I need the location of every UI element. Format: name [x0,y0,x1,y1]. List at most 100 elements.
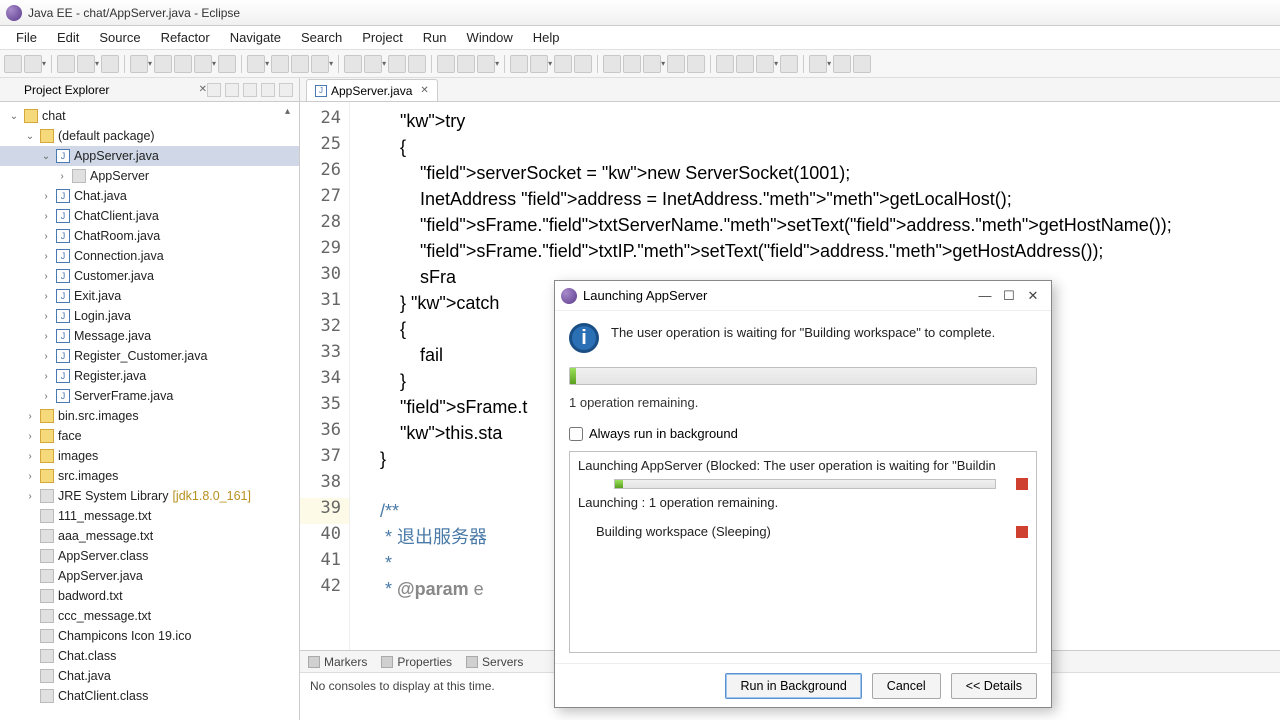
tree-item[interactable]: ›Chat.java [0,186,299,206]
toolbar-button[interactable] [437,55,455,73]
toolbar-button[interactable] [603,55,621,73]
tree-item[interactable]: AppServer.class [0,546,299,566]
tree-item[interactable]: ›Customer.java [0,266,299,286]
minimize-icon[interactable]: — [973,286,997,306]
close-icon[interactable]: ✕ [199,84,207,95]
tree-item[interactable]: ›Connection.java [0,246,299,266]
close-icon[interactable]: ✕ [1021,286,1045,306]
menu-source[interactable]: Source [89,28,150,47]
toolbar-button[interactable] [101,55,119,73]
toolbar-button[interactable] [809,55,827,73]
view-menu-icon[interactable] [243,83,257,97]
line-gutter: 24252627282930313233343536373839404142 [300,102,350,650]
tree-item[interactable]: Champicons Icon 19.ico [0,626,299,646]
toolbar-button[interactable] [344,55,362,73]
toolbar-button[interactable] [477,55,495,73]
tree-item[interactable]: ›src.images [0,466,299,486]
toolbar-button[interactable] [291,55,309,73]
toolbar-button[interactable] [780,55,798,73]
toolbar-button[interactable] [756,55,774,73]
menu-refactor[interactable]: Refactor [151,28,220,47]
toolbar-button[interactable] [194,55,212,73]
menu-file[interactable]: File [6,28,47,47]
tree-item[interactable]: ›ChatRoom.java [0,226,299,246]
stop-icon[interactable] [1016,526,1028,538]
cancel-button[interactable]: Cancel [872,673,941,699]
tab-markers[interactable]: Markers [308,655,367,669]
toolbar-button[interactable] [574,55,592,73]
details-button[interactable]: << Details [951,673,1037,699]
toolbar-button[interactable] [388,55,406,73]
tab-servers[interactable]: Servers [466,655,523,669]
tree-item[interactable]: ›bin.src.images [0,406,299,426]
tab-appserver[interactable]: J AppServer.java ✕ [306,79,438,101]
tree-item[interactable]: ›Register_Customer.java [0,346,299,366]
scroll-up-icon[interactable]: ▴ [285,106,297,118]
tree-item[interactable]: ›Register.java [0,366,299,386]
link-editor-icon[interactable] [225,83,239,97]
toolbar-button[interactable] [174,55,192,73]
tree-item[interactable]: AppServer.java [0,566,299,586]
tree-item[interactable]: ›Exit.java [0,286,299,306]
toolbar-button[interactable] [364,55,382,73]
toolbar-button[interactable] [408,55,426,73]
tree-item[interactable]: aaa_message.txt [0,526,299,546]
menu-window[interactable]: Window [457,28,523,47]
menu-run[interactable]: Run [413,28,457,47]
toolbar-button[interactable] [218,55,236,73]
tree-item[interactable]: ›JRE System Library[jdk1.8.0_161] [0,486,299,506]
toolbar-button[interactable] [457,55,475,73]
menu-project[interactable]: Project [352,28,412,47]
maximize-icon[interactable]: ☐ [997,286,1021,306]
stop-icon[interactable] [1016,478,1028,490]
minimize-icon[interactable] [261,83,275,97]
tree-item[interactable]: ccc_message.txt [0,606,299,626]
tab-properties[interactable]: Properties [381,655,452,669]
menu-edit[interactable]: Edit [47,28,89,47]
collapse-all-icon[interactable] [207,83,221,97]
menu-navigate[interactable]: Navigate [220,28,291,47]
toolbar-button[interactable] [554,55,572,73]
toolbar-button[interactable] [736,55,754,73]
toolbar-button[interactable] [77,55,95,73]
tree-item[interactable]: ›ChatClient.java [0,206,299,226]
tree-item[interactable]: Chat.class [0,646,299,666]
toolbar-button[interactable] [530,55,548,73]
tree-item[interactable]: badword.txt [0,586,299,606]
tree-item[interactable]: ⌄(default package) [0,126,299,146]
toolbar-button[interactable] [667,55,685,73]
tree-item[interactable]: 111_message.txt [0,506,299,526]
project-tree[interactable]: ▴ ⌄chat⌄(default package)⌄AppServer.java… [0,102,299,720]
run-background-button[interactable]: Run in Background [725,673,861,699]
toolbar-button[interactable] [833,55,851,73]
close-icon[interactable]: ✕ [420,85,428,96]
tree-item[interactable]: ⌄AppServer.java [0,146,299,166]
menu-help[interactable]: Help [523,28,570,47]
tree-item[interactable]: ›ServerFrame.java [0,386,299,406]
toolbar-button[interactable] [247,55,265,73]
toolbar-button[interactable] [24,55,42,73]
always-background-checkbox[interactable] [569,427,583,441]
toolbar-button[interactable] [271,55,289,73]
tree-item[interactable]: ›images [0,446,299,466]
toolbar-button[interactable] [154,55,172,73]
tree-item[interactable]: ›AppServer [0,166,299,186]
toolbar-button[interactable] [130,55,148,73]
toolbar-button[interactable] [716,55,734,73]
tree-item[interactable]: Chat.java [0,666,299,686]
toolbar-button[interactable] [687,55,705,73]
tree-item[interactable]: ›Login.java [0,306,299,326]
toolbar-button[interactable] [311,55,329,73]
menu-search[interactable]: Search [291,28,352,47]
toolbar-button[interactable] [643,55,661,73]
maximize-icon[interactable] [279,83,293,97]
toolbar-button[interactable] [57,55,75,73]
toolbar-button[interactable] [4,55,22,73]
tree-item[interactable]: ›face [0,426,299,446]
tree-item[interactable]: ChatClient.class [0,686,299,706]
tree-item[interactable]: ›Message.java [0,326,299,346]
toolbar-button[interactable] [853,55,871,73]
toolbar-button[interactable] [510,55,528,73]
toolbar-button[interactable] [623,55,641,73]
tree-item[interactable]: ⌄chat [0,106,299,126]
